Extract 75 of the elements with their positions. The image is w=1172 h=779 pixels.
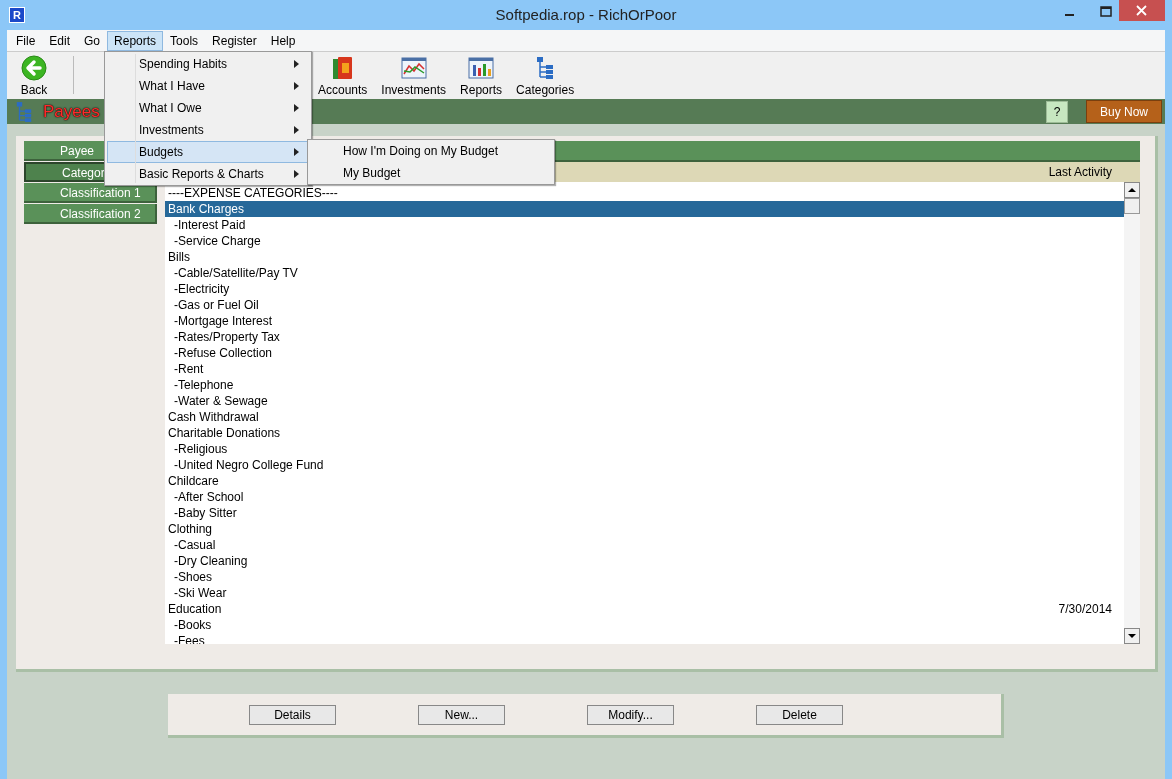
list-row[interactable]: -Shoes <box>165 569 1124 585</box>
toolbar-button[interactable]: Accounts <box>311 52 375 99</box>
menu-entry[interactable]: Budgets <box>107 141 309 163</box>
list-row[interactable]: -Interest Paid <box>165 217 1124 233</box>
list-row[interactable]: Charitable Donations <box>165 425 1124 441</box>
page-title: Payees <box>43 101 100 122</box>
list-row[interactable]: -Rent <box>165 361 1124 377</box>
list-row[interactable]: -Telephone <box>165 377 1124 393</box>
menu-item[interactable]: Help <box>263 30 303 51</box>
list-row[interactable]: -Service Charge <box>165 233 1124 249</box>
submenu-arrow-icon <box>294 126 299 134</box>
list-row[interactable]: -United Negro College Fund <box>165 457 1124 473</box>
menu-item[interactable]: Register <box>205 30 264 51</box>
scroll-up-icon[interactable] <box>1124 182 1140 198</box>
action-button[interactable]: Delete <box>756 704 843 725</box>
line-chart-icon <box>400 55 427 81</box>
scroll-thumb[interactable] <box>1124 198 1140 214</box>
list-row[interactable]: -Baby Sitter <box>165 505 1124 521</box>
list-row[interactable]: -Cable/Satellite/Pay TV <box>165 265 1124 281</box>
list-row[interactable]: -Ski Wear <box>165 585 1124 601</box>
list-row[interactable]: Clothing <box>165 521 1124 537</box>
menu-item[interactable]: Go <box>77 30 108 51</box>
help-button[interactable]: ? <box>1046 100 1068 123</box>
menu-entry[interactable]: What I Have <box>107 75 309 97</box>
submenu-arrow-icon <box>294 148 299 156</box>
bar-chart-icon <box>468 55 495 81</box>
submenu-arrow-icon <box>294 170 299 178</box>
column-header: Last Activity <box>1048 165 1112 179</box>
menu-item[interactable]: Edit <box>42 30 78 51</box>
list-row[interactable]: -Gas or Fuel Oil <box>165 297 1124 313</box>
app-icon: R <box>9 7 25 23</box>
tree-icon <box>15 100 33 123</box>
toolbar-button[interactable]: Back <box>7 52 61 99</box>
list-row[interactable]: -After School <box>165 489 1124 505</box>
submenu-arrow-icon <box>294 82 299 90</box>
list-row[interactable]: -Books <box>165 617 1124 633</box>
tree-icon <box>535 55 556 81</box>
action-button[interactable]: New... <box>418 704 505 725</box>
menu-item[interactable]: Reports <box>107 30 164 51</box>
list-row[interactable]: -Electricity <box>165 281 1124 297</box>
list-row[interactable]: -Religious <box>165 441 1124 457</box>
list-row[interactable]: -Water & Sewage <box>165 393 1124 409</box>
scrollbar[interactable] <box>1124 182 1140 644</box>
menu-entry[interactable]: How I'm Doing on My Budget <box>310 140 552 162</box>
toolbar-button[interactable]: Investments <box>374 52 454 99</box>
menu-entry[interactable]: Spending Habits <box>107 53 309 75</box>
list-row[interactable]: -Refuse Collection <box>165 345 1124 361</box>
list-row[interactable]: Education 7/30/2014 <box>165 601 1124 617</box>
close-icon[interactable] <box>1119 0 1165 21</box>
list-row[interactable]: -Rates/Property Tax <box>165 329 1124 345</box>
menu-entry[interactable]: What I Owe <box>107 97 309 119</box>
menu-item[interactable]: File <box>9 30 43 51</box>
toolbar-button[interactable]: Reports <box>453 52 510 99</box>
books-icon <box>330 55 355 81</box>
menu-item[interactable]: Tools <box>163 30 206 51</box>
list-row[interactable]: ----EXPENSE CATEGORIES---- <box>165 185 1124 201</box>
action-button[interactable]: Modify... <box>587 704 674 725</box>
list-row[interactable]: -Dry Cleaning <box>165 553 1124 569</box>
submenu-arrow-icon <box>294 104 299 112</box>
list-row[interactable]: -Mortgage Interest <box>165 313 1124 329</box>
menu-entry[interactable]: Investments <box>107 119 309 141</box>
list-row[interactable]: Cash Withdrawal <box>165 409 1124 425</box>
list-row[interactable]: -Casual <box>165 537 1124 553</box>
toolbar-button[interactable]: Categories <box>509 52 582 99</box>
list-row[interactable]: Childcare <box>165 473 1124 489</box>
list-row[interactable]: Bank Charges <box>165 201 1124 217</box>
submenu-arrow-icon <box>294 60 299 68</box>
window-title: Softpedia.rop - RichOrPoor <box>494 6 678 23</box>
menu-entry[interactable]: My Budget <box>310 162 552 184</box>
side-tab[interactable]: Classification 2 <box>24 204 157 224</box>
buy-now-button[interactable]: Buy Now <box>1086 100 1162 123</box>
scroll-down-icon[interactable] <box>1124 628 1140 644</box>
list-row[interactable]: Bills <box>165 249 1124 265</box>
action-button[interactable]: Details <box>249 704 336 725</box>
side-tab[interactable]: Classification 1 <box>24 183 157 203</box>
